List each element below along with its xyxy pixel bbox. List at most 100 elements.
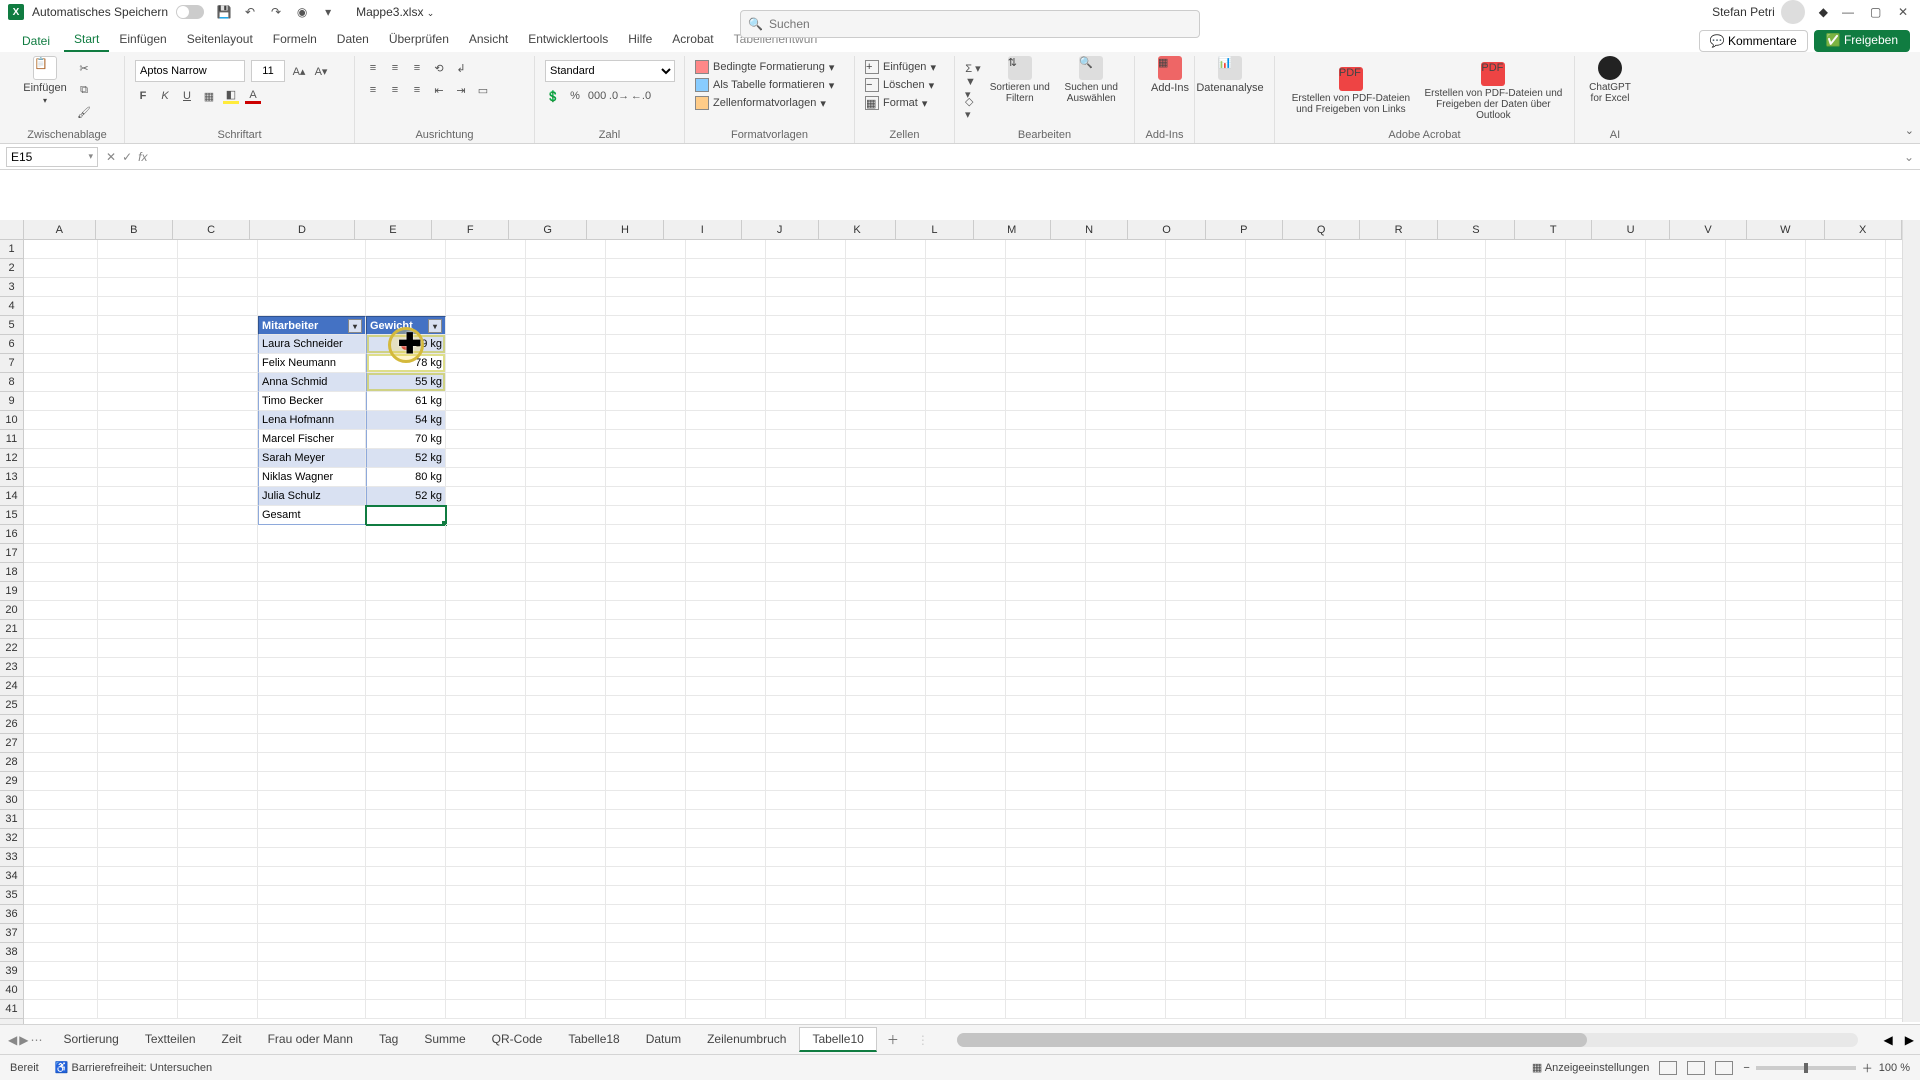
cell[interactable] [446,829,526,848]
cell[interactable] [366,791,446,810]
sheet-tab[interactable]: Tabelle18 [555,1027,632,1052]
zoom-out-icon[interactable]: − [1743,1062,1749,1074]
sheet-tab[interactable]: Datum [633,1027,694,1052]
cell[interactable] [1806,430,1886,449]
cell[interactable] [1646,677,1726,696]
cell[interactable] [846,620,926,639]
cell[interactable] [98,449,178,468]
cell[interactable] [926,962,1006,981]
cell[interactable] [1806,563,1886,582]
cell[interactable] [606,563,686,582]
cell[interactable]: Marcel Fischer [258,430,366,449]
cell[interactable] [1406,601,1486,620]
cell[interactable] [1326,734,1406,753]
cell[interactable] [1246,240,1326,259]
cell[interactable] [1006,259,1086,278]
fx-icon[interactable]: fx [138,150,147,164]
cell[interactable] [1166,601,1246,620]
cell[interactable] [1246,430,1326,449]
cell[interactable] [98,278,178,297]
cell[interactable] [686,392,766,411]
cell[interactable] [1006,734,1086,753]
cell[interactable] [366,601,446,620]
cell[interactable] [1646,810,1726,829]
cell[interactable] [1646,392,1726,411]
orientation-icon[interactable]: ⟲ [431,60,447,76]
cell[interactable] [1086,886,1166,905]
cell[interactable] [766,962,846,981]
add-sheet-button[interactable]: ＋ [877,1027,909,1052]
cell[interactable] [1406,753,1486,772]
cell[interactable] [1406,943,1486,962]
cell[interactable] [446,943,526,962]
clear-icon[interactable]: ◇ ▾ [965,100,981,116]
cell[interactable] [98,601,178,620]
row-header[interactable]: 27 [0,734,23,753]
cell[interactable] [1326,867,1406,886]
cell[interactable] [1326,829,1406,848]
cell[interactable] [258,240,366,259]
col-header[interactable]: K [819,220,896,239]
cell[interactable] [178,316,258,335]
underline-icon[interactable]: U [179,88,195,104]
cell[interactable] [446,297,526,316]
cell[interactable] [686,829,766,848]
cell[interactable] [1326,1000,1406,1019]
cell[interactable] [1006,848,1086,867]
cell[interactable] [1566,886,1646,905]
cell[interactable] [178,639,258,658]
row-header[interactable]: 12 [0,449,23,468]
cell[interactable] [1566,525,1646,544]
cell[interactable] [98,392,178,411]
cell[interactable] [178,297,258,316]
cell[interactable] [686,278,766,297]
cell[interactable] [766,772,846,791]
cell[interactable] [1566,753,1646,772]
cell[interactable]: Felix Neumann [258,354,366,373]
cell[interactable] [926,639,1006,658]
cell[interactable] [1806,373,1886,392]
cell[interactable] [258,677,366,696]
cell[interactable] [606,240,686,259]
bold-icon[interactable]: F [135,88,151,104]
cell[interactable] [1406,905,1486,924]
data-analysis-button[interactable]: 📊Datenanalyse [1205,56,1255,94]
cell[interactable] [1246,487,1326,506]
cell[interactable] [1566,924,1646,943]
cell[interactable] [1566,563,1646,582]
status-accessibility[interactable]: ♿ Barrierefreiheit: Untersuchen [55,1061,212,1074]
cell[interactable] [1566,715,1646,734]
cell[interactable] [1166,297,1246,316]
cell[interactable] [1326,677,1406,696]
share-button[interactable]: ✅ Freigeben [1814,30,1910,52]
cell[interactable] [1326,962,1406,981]
row-header[interactable]: 29 [0,772,23,791]
cell[interactable] [366,278,446,297]
cell[interactable] [178,829,258,848]
cell[interactable] [926,259,1006,278]
cell[interactable] [1646,259,1726,278]
cell[interactable] [366,658,446,677]
cell[interactable] [766,924,846,943]
cell[interactable] [1486,563,1566,582]
cell[interactable] [24,810,98,829]
cell[interactable] [258,259,366,278]
cell[interactable] [1806,297,1886,316]
cell[interactable] [446,373,526,392]
sheet-tab[interactable]: Zeit [209,1027,255,1052]
cell[interactable] [766,240,846,259]
cell[interactable] [1646,886,1726,905]
cell[interactable] [686,867,766,886]
cell[interactable] [686,848,766,867]
cell[interactable] [98,620,178,639]
cell[interactable] [1006,316,1086,335]
cell[interactable] [98,886,178,905]
cell[interactable] [686,639,766,658]
cell[interactable] [766,620,846,639]
scroll-right-icon[interactable]: ▶ [1899,1033,1920,1047]
cell[interactable] [1086,297,1166,316]
col-header[interactable]: W [1747,220,1824,239]
col-header[interactable]: H [587,220,664,239]
cell[interactable] [98,677,178,696]
cell[interactable] [98,867,178,886]
